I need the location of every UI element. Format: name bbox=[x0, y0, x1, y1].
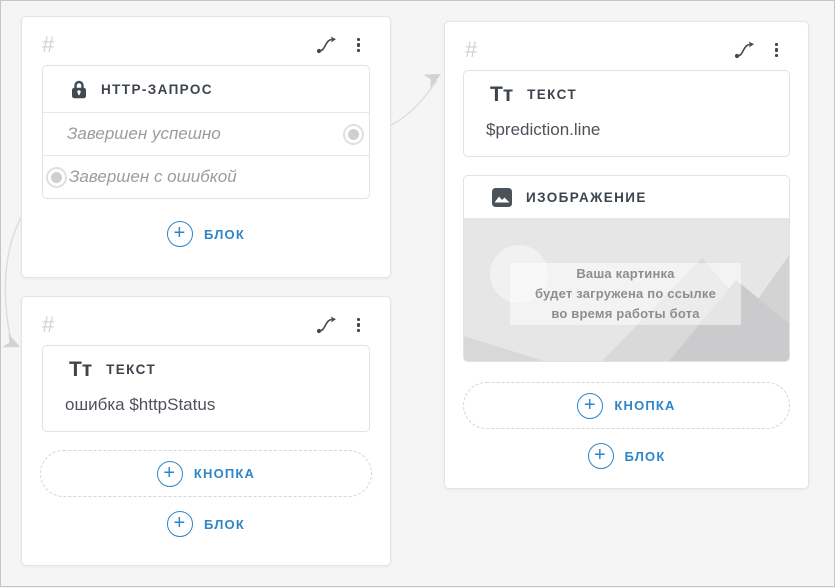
image-placeholder-caption: Ваша картинка будет загружена по ссылке … bbox=[510, 263, 741, 325]
outcome-success-label: Завершен успешно bbox=[67, 124, 221, 144]
add-button-label: КНОПКА bbox=[614, 398, 675, 413]
outcome-success-row[interactable]: Завершен успешно bbox=[43, 112, 369, 155]
image-block-label: ИЗОБРАЖЕНИЕ bbox=[526, 190, 647, 205]
add-block-label: БЛОК bbox=[204, 227, 245, 242]
add-button-label: КНОПКА bbox=[194, 466, 255, 481]
plus-icon: + bbox=[588, 443, 614, 469]
kebab-menu-icon[interactable] bbox=[355, 316, 362, 335]
image-block[interactable]: ИЗОБРАЖЕНИЕ Ваша картинка будет загружен… bbox=[463, 175, 790, 362]
outcome-error-row[interactable]: Завершен с ошибкой bbox=[43, 155, 369, 198]
node-title-input[interactable]: # bbox=[42, 34, 54, 56]
text-block-value[interactable]: ошибка $httpStatus bbox=[43, 393, 369, 431]
text-block[interactable]: Tт ТЕКСТ ошибка $httpStatus bbox=[42, 345, 370, 432]
image-preview-area: Ваша картинка будет загружена по ссылке … bbox=[464, 218, 789, 361]
success-connection-port[interactable] bbox=[343, 124, 364, 145]
http-block-label: HTTP-ЗАПРОС bbox=[101, 82, 213, 97]
plus-icon: + bbox=[577, 393, 603, 419]
text-block-icon: Tт bbox=[69, 359, 92, 380]
http-request-block[interactable]: HTTP-ЗАПРОС Завершен успешно Завершен с … bbox=[42, 65, 370, 199]
add-button-pill[interactable]: + КНОПКА bbox=[463, 382, 790, 429]
add-button-pill[interactable]: + КНОПКА bbox=[40, 450, 372, 497]
node-header: # bbox=[22, 297, 390, 345]
text-block-label: ТЕКСТ bbox=[527, 87, 577, 102]
add-block-button[interactable]: + БЛОК bbox=[167, 511, 245, 537]
plus-icon: + bbox=[167, 221, 193, 247]
node-header: # bbox=[445, 22, 808, 70]
node-header: # bbox=[22, 17, 390, 65]
node-title-input[interactable]: # bbox=[465, 39, 477, 61]
add-block-button[interactable]: + БЛОК bbox=[588, 443, 666, 469]
connect-node-icon[interactable] bbox=[316, 315, 338, 335]
node-title-input[interactable]: # bbox=[42, 314, 54, 336]
text-block-value[interactable]: $prediction.line bbox=[464, 118, 789, 156]
lock-icon bbox=[71, 79, 87, 99]
kebab-menu-icon[interactable] bbox=[355, 36, 362, 55]
node-error-text[interactable]: # Tт ТЕКСТ ошибка $httpStatus + КНОПКА +… bbox=[21, 296, 391, 566]
text-block[interactable]: Tт ТЕКСТ $prediction.line bbox=[463, 70, 790, 157]
connect-node-icon[interactable] bbox=[316, 35, 338, 55]
plus-icon: + bbox=[167, 511, 193, 537]
outcome-error-label: Завершен с ошибкой bbox=[69, 167, 237, 187]
kebab-menu-icon[interactable] bbox=[773, 41, 780, 60]
add-block-button[interactable]: + БЛОК bbox=[167, 221, 245, 247]
node-http-request[interactable]: # HTTP-ЗАПРОС Завершен успешно bbox=[21, 16, 391, 278]
image-icon bbox=[492, 188, 512, 207]
connect-node-icon[interactable] bbox=[734, 40, 756, 60]
error-connection-port[interactable] bbox=[46, 167, 67, 188]
plus-icon: + bbox=[157, 461, 183, 487]
text-block-icon: Tт bbox=[490, 84, 513, 105]
add-block-label: БЛОК bbox=[625, 449, 666, 464]
text-block-label: ТЕКСТ bbox=[106, 362, 156, 377]
add-block-label: БЛОК bbox=[204, 517, 245, 532]
edge-arrowhead bbox=[2, 334, 23, 354]
node-result[interactable]: # Tт ТЕКСТ $prediction.line ИЗОБРАЖЕНИЕ bbox=[444, 21, 809, 489]
